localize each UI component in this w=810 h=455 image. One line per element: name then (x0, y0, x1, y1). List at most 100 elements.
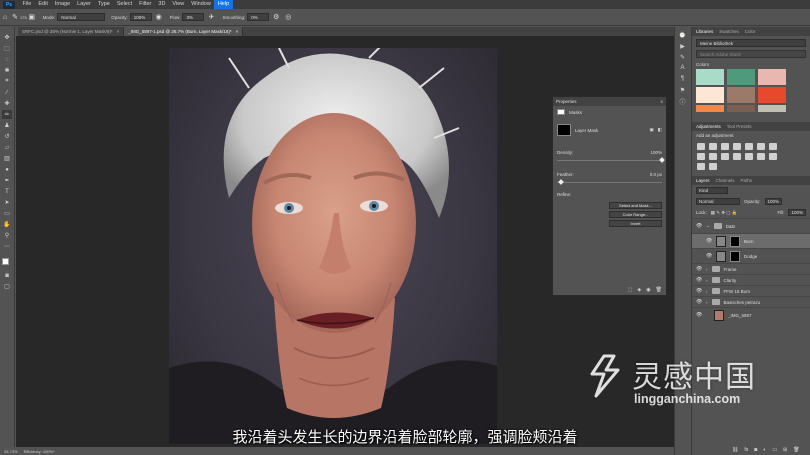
screen-mode-icon[interactable]: ▢ (2, 282, 12, 291)
more-tools-icon[interactable]: ⋯ (2, 242, 12, 251)
feather-slider-knob[interactable] (558, 179, 564, 185)
tab-paths[interactable]: Paths (741, 178, 753, 183)
menu-view[interactable]: View (169, 0, 188, 9)
visibility-icon[interactable]: ◉ (646, 287, 650, 293)
lock-icons[interactable]: ▦ ✎ ✥ ▢ 🔒 (711, 210, 738, 216)
color-balance-icon[interactable] (769, 143, 777, 150)
menu-select[interactable]: Select (113, 0, 135, 9)
crop-tool-icon[interactable]: ⌗ (2, 77, 12, 86)
layer-row[interactable]: 👁 _IMG_5897 (692, 307, 810, 322)
eye-icon[interactable]: 👁 (696, 299, 702, 305)
flow-field[interactable]: 3% (182, 13, 205, 21)
move-tool-icon[interactable]: ✥ (2, 33, 12, 42)
eye-icon[interactable]: 👁 (696, 266, 702, 272)
color-swatch[interactable] (727, 87, 755, 103)
gradient-tool-icon[interactable]: ▥ (2, 154, 12, 163)
add-mask-icon[interactable]: ◙ (754, 447, 757, 453)
density-value[interactable]: 100% (650, 150, 662, 155)
expand-chevron-icon[interactable]: › (706, 289, 708, 294)
layer-mask-thumbnail[interactable] (730, 250, 740, 262)
layer-row[interactable]: 👁 Dodge (692, 248, 810, 263)
opacity-field[interactable]: 100% (129, 13, 152, 21)
brush-settings-icon[interactable]: ▣ (27, 12, 37, 22)
vibrance-icon[interactable] (745, 143, 753, 150)
eye-icon[interactable]: 👁 (706, 238, 712, 244)
tab-layers[interactable]: Layers (696, 178, 710, 183)
layer-opacity-field[interactable]: 100% (764, 198, 783, 205)
smoothing-field[interactable]: 0% (247, 13, 270, 21)
density-slider[interactable] (557, 157, 665, 163)
path-select-tool-icon[interactable]: ➤ (2, 198, 12, 207)
color-swatch[interactable] (758, 105, 786, 112)
menu-help[interactable]: Help (214, 0, 233, 9)
type-tool-icon[interactable]: T (2, 187, 12, 196)
close-icon[interactable]: × (236, 27, 239, 36)
color-swatch[interactable] (696, 105, 724, 112)
fill-field[interactable]: 100% (788, 209, 806, 216)
channel-mixer-icon[interactable] (721, 153, 729, 160)
quick-mask-icon[interactable]: ◙ (2, 271, 12, 280)
layer-row[interactable]: 👁 Burn (692, 233, 810, 248)
eye-icon[interactable]: 👁 (696, 312, 702, 318)
eyedropper-tool-icon[interactable]: ⁄ (2, 88, 12, 97)
tab-color[interactable]: Color (745, 29, 756, 34)
character-icon[interactable]: A (678, 64, 687, 72)
brush-tool-icon[interactable]: ✏ (2, 110, 12, 119)
menu-file[interactable]: File (19, 0, 35, 9)
selective-color-icon[interactable] (709, 163, 717, 170)
history-brush-icon[interactable]: ↺ (2, 132, 12, 141)
layer-mask-thumbnail[interactable] (730, 235, 740, 247)
levels-icon[interactable] (709, 143, 717, 150)
actions-icon[interactable]: ▶ (678, 42, 687, 50)
menu-type[interactable]: Type (94, 0, 113, 9)
menu-3d[interactable]: 3D (155, 0, 169, 9)
home-icon[interactable]: ⌂ (0, 12, 10, 22)
layer-row[interactable]: 👁 › FFW 16 Bom (692, 285, 810, 296)
hue-saturation-icon[interactable] (757, 143, 765, 150)
color-swatch[interactable] (758, 69, 786, 85)
invert-adjust-icon[interactable] (745, 153, 753, 160)
lasso-tool-icon[interactable]: ◌ (2, 55, 12, 64)
brush-preset-icon[interactable]: ✎ (10, 12, 20, 22)
new-layer-icon[interactable]: ⊞ (783, 447, 787, 453)
healing-tool-icon[interactable]: ✚ (2, 99, 12, 108)
panel-menu-icon[interactable]: ≡ (660, 99, 663, 104)
layer-row[interactable]: 👁 › Basisches petrazu (692, 296, 810, 307)
stamp-tool-icon[interactable]: ♟ (2, 121, 12, 130)
load-selection-icon[interactable]: ⬚ (628, 287, 633, 293)
eye-icon[interactable]: 👁 (696, 223, 702, 229)
select-and-mask-button[interactable]: Select and Mask... (609, 202, 662, 209)
eraser-tool-icon[interactable]: ▱ (2, 143, 12, 152)
eye-icon[interactable]: 👁 (706, 253, 712, 259)
feather-slider[interactable] (557, 179, 662, 185)
smoothing-gear-icon[interactable]: ⚙ (271, 12, 281, 22)
color-swatch[interactable] (727, 69, 755, 85)
expand-chevron-icon[interactable]: › (706, 278, 708, 283)
expand-chevron-icon[interactable]: › (706, 300, 708, 305)
tab-img-5897[interactable]: _IMG_5897-1.psd @ 26.7% (Burn, Layer Mas… (124, 27, 244, 36)
color-swatch[interactable] (758, 87, 786, 103)
pixel-mask-icon[interactable] (557, 109, 565, 115)
feather-value[interactable]: 0.0 px (650, 172, 662, 177)
new-adjustment-icon[interactable]: ◐ (763, 447, 766, 453)
density-slider-knob[interactable] (659, 157, 665, 163)
brush-size[interactable]: 175 (20, 15, 27, 20)
delete-mask-icon[interactable]: 🗑 (656, 287, 662, 293)
navigator-icon[interactable]: ⚑ (678, 86, 687, 94)
tab-adjustments[interactable]: Adjustments (696, 124, 721, 129)
brush-panel-icon[interactable]: ✎ (678, 53, 687, 61)
curves-icon[interactable] (721, 143, 729, 150)
gradient-map-icon[interactable] (697, 163, 705, 170)
black-white-icon[interactable] (697, 153, 705, 160)
eye-icon[interactable]: 👁 (696, 288, 702, 294)
exposure-icon[interactable] (733, 143, 741, 150)
tab-libraries[interactable]: Libraries (696, 29, 713, 34)
mode-select[interactable]: Normal (57, 13, 106, 21)
tab-swatches[interactable]: Swatches (719, 29, 739, 34)
color-range-button[interactable]: Color Range... (609, 211, 662, 218)
blend-mode-select[interactable]: Normal (696, 198, 740, 205)
tab-tool-presets[interactable]: Tool Presets (727, 124, 752, 129)
invert-button[interactable]: Invert (609, 220, 662, 227)
expand-chevron-icon[interactable]: ⌄ (706, 223, 710, 229)
layer-row[interactable]: 👁 › Clarity (692, 274, 810, 285)
